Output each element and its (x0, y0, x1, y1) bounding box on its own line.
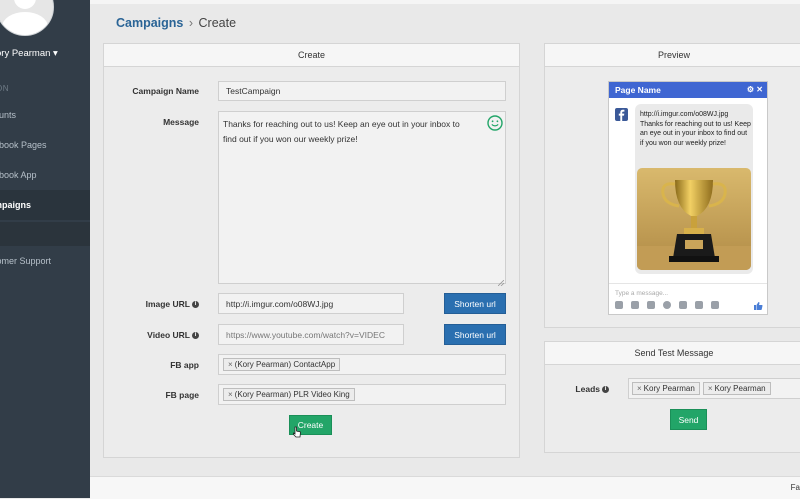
video-url-input[interactable]: https://www.youtube.com/watch?v=VIDEC (218, 324, 404, 345)
send-test-panel-heading: Send Test Message (545, 342, 800, 365)
send-button[interactable]: Send (670, 409, 707, 430)
photo-icon[interactable] (615, 301, 623, 309)
remove-tag-icon[interactable]: × (708, 384, 713, 393)
sticker-icon[interactable] (631, 301, 639, 309)
leads-label: Leads i (555, 384, 609, 394)
fb-page-select[interactable]: × (Kory Pearman) PLR Video King (218, 384, 506, 405)
emoji-icon[interactable] (663, 301, 671, 309)
user-menu[interactable]: ory Pearman ▾ (0, 48, 58, 59)
nav-section-header: ON (0, 84, 9, 93)
fb-app-select[interactable]: × (Kory Pearman) ContactApp (218, 354, 506, 375)
breadcrumb-campaigns-link[interactable]: Campaigns (116, 16, 183, 30)
fb-app-label: FB app (170, 360, 199, 370)
info-icon[interactable]: i (602, 386, 609, 394)
shorten-image-url-button[interactable]: Shorten url (444, 293, 506, 314)
remove-tag-icon[interactable]: × (637, 384, 642, 393)
chat-toolbar (615, 301, 765, 311)
breadcrumb-current: Create (198, 16, 237, 30)
emoji-icon[interactable] (487, 115, 503, 136)
mouse-cursor-icon (292, 426, 302, 440)
fb-page-label: FB page (165, 390, 199, 400)
sidebar-item-campaigns[interactable]: mpaigns (0, 190, 90, 220)
lead-tag: × Kory Pearman (702, 382, 771, 395)
chat-header-icons[interactable]: ⚙ ✕ (747, 82, 763, 98)
chat-message-input[interactable]: Type a message... (615, 290, 668, 297)
facebook-icon (615, 108, 628, 121)
campaign-name-label: Campaign Name (132, 86, 199, 96)
payment-icon[interactable] (695, 301, 703, 309)
footer-text: Fa (790, 483, 800, 492)
lead-tag: × Kory Pearman (632, 382, 700, 395)
image-url-label: Image URL i (110, 299, 199, 309)
sidebar-item-facebook-app[interactable]: ebook App (0, 160, 90, 190)
resize-handle-icon[interactable] (497, 276, 505, 287)
info-icon[interactable]: i (192, 301, 199, 309)
remove-tag-icon[interactable]: × (228, 360, 233, 369)
nav-divider (0, 222, 90, 246)
message-bubble: http://i.imgur.com/o08WJ.jpg Thanks for … (635, 104, 753, 274)
message-text: Thanks for reaching out to us! Keep an e… (223, 119, 460, 144)
sidebar-item-customer-support[interactable]: tomer Support (0, 246, 90, 276)
chat-header: Page Name ⚙ ✕ (609, 82, 767, 98)
sidebar-item-facebook-pages[interactable]: ebook Pages (0, 130, 90, 160)
caret-down-icon: ▾ (53, 48, 58, 59)
messenger-preview: Page Name ⚙ ✕ http://i.imgur.com/o08WJ.j… (608, 81, 768, 315)
link-icon[interactable] (679, 301, 687, 309)
chat-divider (609, 283, 767, 284)
preview-panel-heading: Preview (545, 44, 800, 67)
user-name: ory Pearman (0, 48, 51, 59)
thumbs-up-icon[interactable] (753, 301, 763, 313)
breadcrumb: Campaigns › Create (116, 16, 236, 30)
leads-select[interactable]: × Kory Pearman × Kory Pearman (628, 378, 800, 399)
trash-icon[interactable] (711, 301, 719, 309)
create-panel-heading: Create (104, 44, 519, 67)
message-textarea[interactable]: Thanks for reaching out to us! Keep an e… (218, 111, 506, 287)
chat-title: Page Name (615, 85, 661, 95)
breadcrumb-separator: › (188, 16, 194, 30)
sidebar: ory Pearman ▾ ON ounts ebook Pages ebook… (0, 0, 90, 498)
message-label: Message (163, 117, 199, 127)
sidebar-item-accounts[interactable]: ounts (0, 100, 90, 130)
gif-icon[interactable] (647, 301, 655, 309)
top-bar (90, 0, 800, 4)
campaign-name-input[interactable]: TestCampaign (218, 81, 506, 101)
shorten-video-url-button[interactable]: Shorten url (444, 324, 506, 345)
fb-page-tag: × (Kory Pearman) PLR Video King (223, 388, 355, 401)
fb-app-tag: × (Kory Pearman) ContactApp (223, 358, 341, 371)
preview-trophy-image (637, 168, 751, 270)
footer: Fa (90, 476, 800, 499)
info-icon[interactable]: i (192, 332, 199, 340)
avatar[interactable] (0, 0, 54, 36)
image-url-input[interactable]: http://i.imgur.com/o08WJ.jpg (218, 293, 404, 314)
remove-tag-icon[interactable]: × (228, 390, 233, 399)
video-url-label: Video URL i (110, 330, 199, 340)
preview-message-text: http://i.imgur.com/o08WJ.jpg Thanks for … (640, 111, 751, 147)
